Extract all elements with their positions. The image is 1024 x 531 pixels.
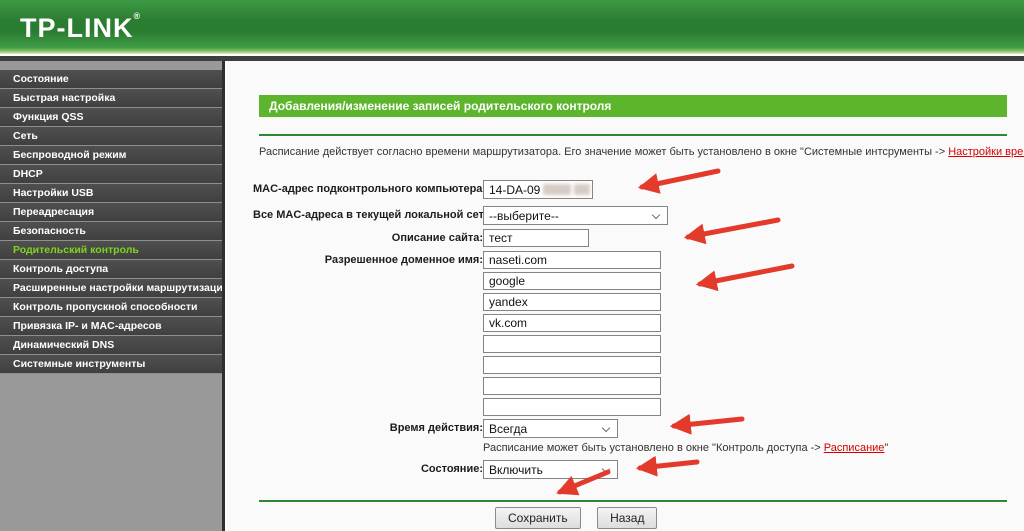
domain-input-7[interactable] bbox=[483, 377, 661, 395]
main-content: Добавления/изменение записей родительско… bbox=[225, 61, 1024, 531]
redacted-mac-part bbox=[543, 184, 572, 195]
site-description-input[interactable] bbox=[483, 229, 589, 247]
sidebar-item-ip-mac-binding[interactable]: Привязка IP- и MAC-адресов bbox=[0, 317, 222, 336]
schedule-note-text: Расписание может быть установлено в окне… bbox=[483, 442, 889, 454]
domain-input-8[interactable] bbox=[483, 398, 661, 416]
sidebar-item-status[interactable]: Состояние bbox=[0, 70, 222, 89]
schedule-intro-text: Расписание действует согласно времени ма… bbox=[259, 146, 1024, 158]
sidebar-item-security[interactable]: Безопасность bbox=[0, 222, 222, 241]
back-button[interactable]: Назад bbox=[597, 507, 658, 529]
sidebar-item-advanced-routing[interactable]: Расширенные настройки маршрутизации bbox=[0, 279, 222, 298]
sidebar: Состояние Быстрая настройка Функция QSS … bbox=[0, 61, 222, 531]
top-banner: TP-LINK® bbox=[0, 0, 1024, 54]
sidebar-item-dhcp[interactable]: DHCP bbox=[0, 165, 222, 184]
redacted-mac-part bbox=[574, 184, 591, 195]
status-select[interactable]: Включить bbox=[483, 460, 618, 479]
domain-input-2[interactable] bbox=[483, 272, 661, 290]
sidebar-item-quick-setup[interactable]: Быстрая настройка bbox=[0, 89, 222, 108]
header-divider bbox=[0, 54, 1024, 61]
divider-line-top bbox=[259, 134, 1007, 136]
sidebar-item-forwarding[interactable]: Переадресация bbox=[0, 203, 222, 222]
sidebar-item-wireless[interactable]: Беспроводной режим bbox=[0, 146, 222, 165]
domain-input-6[interactable] bbox=[483, 356, 661, 374]
button-row: Сохранить Назад bbox=[495, 507, 669, 529]
domain-input-4[interactable] bbox=[483, 314, 661, 332]
tp-link-logo: TP-LINK® bbox=[20, 11, 142, 43]
mac-address-label: MAC-адрес подконтрольного компьютера: bbox=[253, 183, 487, 195]
status-label: Состояние: bbox=[420, 463, 483, 475]
mac-address-input[interactable]: 14-DA-09 bbox=[483, 180, 593, 199]
divider-line-bottom bbox=[259, 500, 1007, 502]
site-description-label: Описание сайта: bbox=[391, 232, 483, 244]
registered-mark: ® bbox=[133, 11, 142, 21]
domain-input-3[interactable] bbox=[483, 293, 661, 311]
sidebar-item-network[interactable]: Сеть bbox=[0, 127, 222, 146]
save-button[interactable]: Сохранить bbox=[495, 507, 581, 529]
sidebar-item-bandwidth-control[interactable]: Контроль пропускной способности bbox=[0, 298, 222, 317]
domain-input-1[interactable] bbox=[483, 251, 661, 269]
effective-time-label: Время действия: bbox=[389, 422, 483, 434]
sidebar-menu: Состояние Быстрая настройка Функция QSS … bbox=[0, 70, 222, 374]
sidebar-item-parental-control[interactable]: Родительский контроль bbox=[0, 241, 222, 260]
sidebar-item-dynamic-dns[interactable]: Динамический DNS bbox=[0, 336, 222, 355]
chevron-down-icon bbox=[601, 464, 611, 474]
schedule-link[interactable]: Расписание bbox=[824, 442, 885, 454]
sidebar-item-usb[interactable]: Настройки USB bbox=[0, 184, 222, 203]
sidebar-item-system-tools[interactable]: Системные инструменты bbox=[0, 355, 222, 374]
chevron-down-icon bbox=[601, 423, 611, 433]
domain-input-5[interactable] bbox=[483, 335, 661, 353]
sidebar-item-access-control[interactable]: Контроль доступа bbox=[0, 260, 222, 279]
all-mac-label: Все MAC-адреса в текущей локальной сети: bbox=[253, 209, 495, 221]
chevron-down-icon bbox=[651, 210, 661, 220]
effective-time-select[interactable]: Всегда bbox=[483, 419, 618, 438]
page-title: Добавления/изменение записей родительско… bbox=[259, 95, 1007, 117]
sidebar-item-qss[interactable]: Функция QSS bbox=[0, 108, 222, 127]
allowed-domain-label: Разрешенное доменное имя: bbox=[324, 254, 483, 266]
time-settings-link[interactable]: Настройки времени bbox=[948, 146, 1024, 158]
all-mac-select[interactable]: --выберите-- bbox=[483, 206, 668, 225]
